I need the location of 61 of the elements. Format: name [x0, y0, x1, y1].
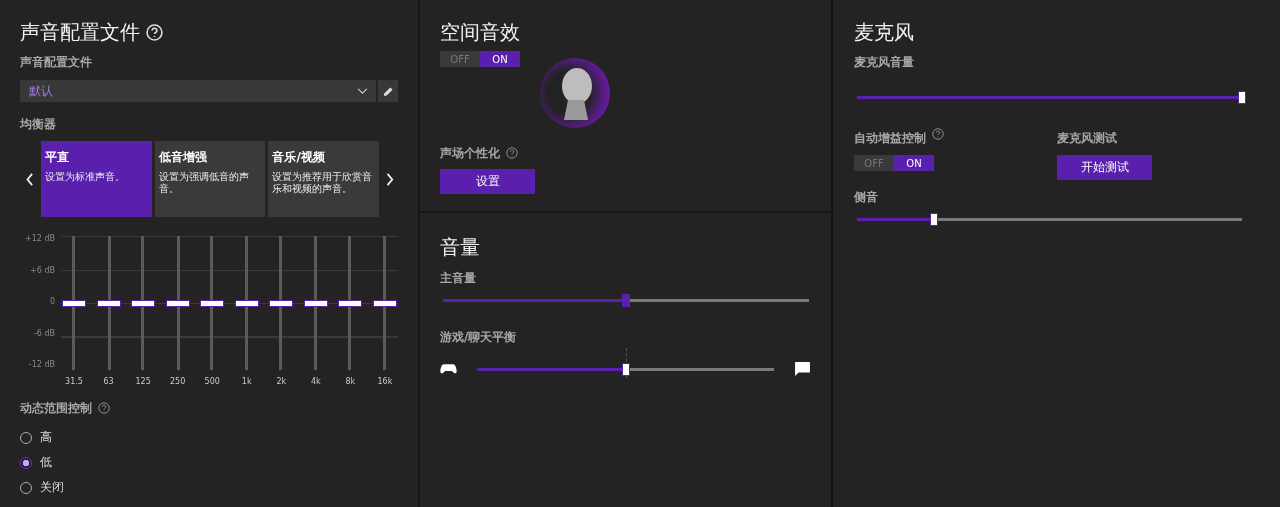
chat-bubble-icon: [794, 362, 811, 376]
axis-label: 63: [102, 377, 115, 386]
panel-title: 音量: [440, 234, 480, 261]
field-label: 麦克风测试: [1057, 130, 1117, 146]
axis-label: 1k: [240, 377, 253, 386]
eq-band-thumb[interactable]: [269, 300, 294, 307]
preset-card[interactable]: 低音增强 设置为强调低音的声音。: [154, 141, 266, 217]
field-label: 均衡器: [20, 116, 57, 132]
axis-label: 8k: [344, 377, 357, 386]
field-label: 动态范围控制: [20, 400, 92, 416]
axis-label: 16k: [376, 377, 394, 386]
axis-label: 4k: [309, 377, 322, 386]
eq-band-thumb[interactable]: [303, 300, 328, 307]
eq-band-thumb[interactable]: [165, 300, 190, 307]
chevron-left-icon[interactable]: [26, 172, 34, 186]
radio-label[interactable]: 低: [40, 454, 52, 471]
eq-band-thumb[interactable]: [62, 300, 86, 307]
panel-title: 声音配置文件: [20, 19, 140, 46]
slider-thumb[interactable]: [621, 362, 630, 376]
axis-label: 2k: [275, 377, 288, 386]
axis-label: +6 dB: [29, 265, 55, 276]
preset-card[interactable]: 音乐/视频 设置为推荐用于欣赏音乐和视频的声音。: [268, 141, 380, 217]
chevron-right-icon[interactable]: [386, 172, 394, 186]
panel-title: 空间音效: [440, 19, 520, 46]
setup-button[interactable]: 设置: [440, 169, 535, 194]
radio-label[interactable]: 高: [40, 429, 52, 446]
gamepad-icon: [440, 362, 457, 376]
field-label: 声场个性化: [440, 145, 500, 161]
eq-band-thumb[interactable]: [234, 300, 259, 307]
field-label: 麦克风音量: [854, 54, 915, 70]
axis-label: 500: [203, 377, 221, 386]
axis-label: 0: [48, 297, 55, 307]
axis-label: 125: [134, 377, 152, 386]
panel-title: 麦克风: [854, 19, 914, 46]
eq-band-thumb[interactable]: [200, 300, 225, 307]
field-label: 主音量: [440, 270, 477, 286]
field-label: 侧音: [854, 189, 879, 205]
field-label: 声音配置文件: [20, 54, 93, 70]
eq-band-thumb[interactable]: [338, 300, 363, 307]
chevron-down-icon: [357, 87, 368, 95]
axis-label: -6 dB: [32, 328, 55, 339]
axis-label: +12 dB: [24, 234, 55, 244]
axis-label: 31.5: [64, 377, 84, 386]
field-label: 游戏/聊天平衡: [440, 329, 518, 345]
slider-thumb[interactable]: [1238, 91, 1246, 104]
start-test-button[interactable]: 开始测试: [1057, 155, 1152, 180]
eq-band-thumb[interactable]: [372, 300, 397, 307]
pencil-icon: [382, 85, 394, 97]
edit-button[interactable]: [378, 80, 398, 102]
preset-card[interactable]: 平直 设置为标准声音。: [40, 141, 152, 217]
radio-label[interactable]: 关闭: [40, 479, 64, 496]
axis-label: -12 dB: [27, 360, 55, 370]
slider-thumb[interactable]: [622, 294, 630, 307]
slider-thumb[interactable]: [930, 213, 938, 226]
axis-label: 250: [169, 377, 187, 386]
profile-dropdown[interactable]: 默认: [20, 80, 376, 102]
field-label: 自动增益控制: [854, 130, 926, 146]
radio-button[interactable]: [20, 456, 32, 469]
eq-band-thumb[interactable]: [131, 300, 156, 307]
eq-band-thumb[interactable]: [96, 300, 121, 307]
head-avatar-icon: [540, 58, 610, 128]
